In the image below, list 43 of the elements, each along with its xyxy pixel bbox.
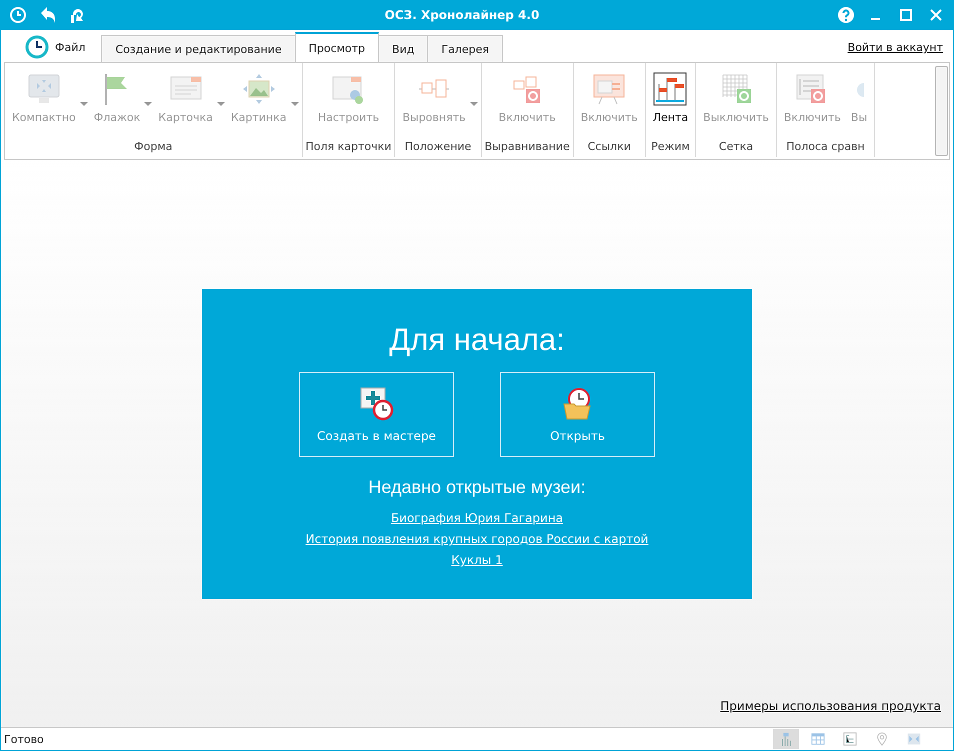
clock-icon xyxy=(25,35,49,59)
board-icon xyxy=(592,73,626,105)
ribbon-group-label: Ссылки xyxy=(588,140,631,155)
file-menu[interactable]: Файл xyxy=(11,32,102,62)
clock-icon[interactable] xyxy=(9,6,27,24)
start-action-button[interactable]: Открыть xyxy=(500,372,655,457)
maximize-icon[interactable] xyxy=(900,9,912,21)
view-button[interactable] xyxy=(773,729,799,749)
tab[interactable]: Галерея xyxy=(427,35,503,62)
close-icon[interactable] xyxy=(930,9,942,21)
recent-museum-link[interactable]: История появления крупных городов России с картой xyxy=(306,529,648,550)
tab[interactable]: Создание и редактирование xyxy=(101,35,296,62)
picture-frame-icon xyxy=(242,73,276,105)
redo-icon[interactable] xyxy=(70,6,86,24)
map-pin-icon xyxy=(875,731,889,747)
add-clock-icon xyxy=(360,386,394,420)
start-heading: Для начала: xyxy=(389,322,565,358)
timeline-icon xyxy=(653,72,688,106)
ribbon-button[interactable]: Лента xyxy=(648,71,692,131)
compact-view-icon xyxy=(907,731,921,747)
window-title: ОСЗ. Хронолайнер 4.0 xyxy=(384,8,540,22)
recent-museum-link[interactable]: Куклы 1 xyxy=(451,550,503,571)
examples-link[interactable]: Примеры использования продукта xyxy=(720,699,941,713)
ribbon-group-label: Поля карточки xyxy=(306,140,392,155)
timeline-view-icon xyxy=(779,731,793,747)
outline-view-icon xyxy=(843,731,857,747)
ribbon-group-label: Режим xyxy=(651,140,690,155)
table-view-icon xyxy=(811,731,825,747)
undo-icon[interactable] xyxy=(40,6,56,24)
ribbon-group-label: Форма xyxy=(134,140,172,155)
tab[interactable]: Вид xyxy=(378,35,428,62)
help-icon[interactable] xyxy=(837,6,855,24)
scrollbar[interactable] xyxy=(935,66,948,156)
ribbon-group-label: Выравнивание xyxy=(484,140,570,155)
start-action-button[interactable]: Создать в мастере xyxy=(299,372,454,457)
ribbon-group-label: Полоса сравн xyxy=(786,140,865,155)
status-text: Готово xyxy=(4,732,45,746)
recent-heading: Недавно открытые музеи: xyxy=(368,477,586,498)
ribbon-group-label: Положение xyxy=(404,140,472,155)
account-link[interactable]: Войти в аккаунт xyxy=(848,41,943,54)
monitor-icon xyxy=(26,73,61,105)
recent-museum-link[interactable]: Биография Юрия Гагарина xyxy=(390,508,564,529)
ribbon-group-label: Сетка xyxy=(718,140,754,155)
